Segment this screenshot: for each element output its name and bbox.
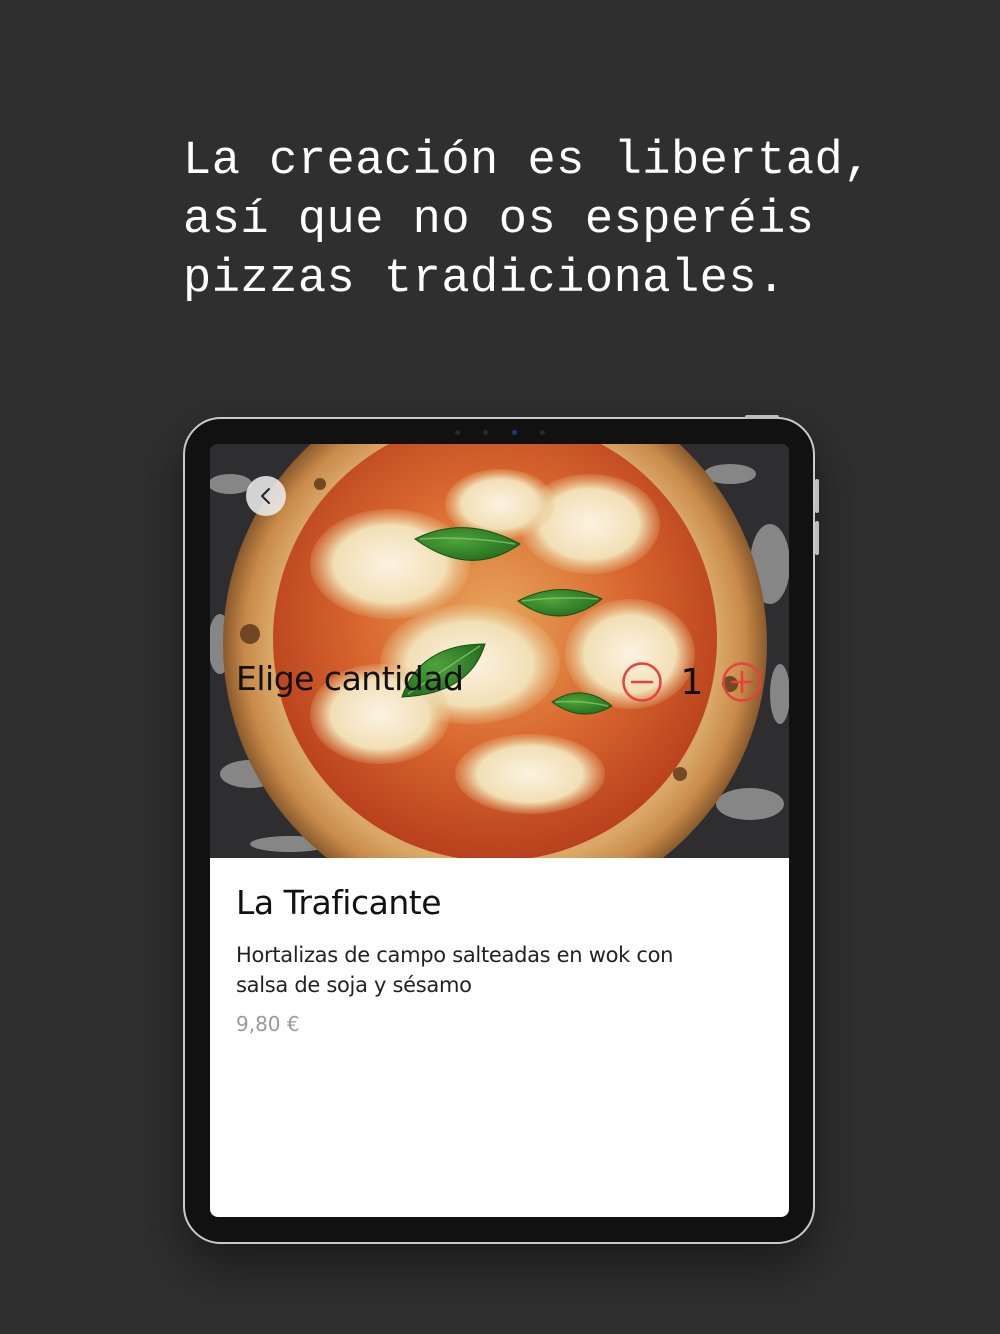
- quantity-value: 1: [680, 661, 704, 703]
- device-volume-down-button: [815, 521, 819, 555]
- plus-circle-icon[interactable]: [721, 661, 763, 703]
- device-volume-up-button: [815, 479, 819, 513]
- product-price: 9,80 €: [236, 1012, 300, 1036]
- product-details: La Traficante Hortalizas de campo saltea…: [210, 858, 789, 1036]
- pizza-illustration: [210, 444, 789, 858]
- quantity-selector: Elige cantidad 1: [236, 659, 763, 709]
- product-description: Hortalizas de campo salteadas en wok con…: [236, 943, 674, 997]
- back-button[interactable]: [246, 476, 286, 516]
- pizza-image: [210, 444, 789, 858]
- product-title: La Traficante: [236, 883, 442, 922]
- minus-circle-icon[interactable]: [621, 661, 663, 703]
- device-camera: [455, 428, 545, 436]
- device-power-button: [745, 415, 779, 419]
- tablet-frame: La Traficante Hortalizas de campo saltea…: [183, 415, 819, 1244]
- app-screen: La Traficante Hortalizas de campo saltea…: [210, 444, 789, 1217]
- promo-headline: La creación es libertad, así que no os e…: [183, 135, 872, 306]
- chevron-left-icon: [261, 488, 270, 504]
- quantity-stepper: 1: [621, 661, 763, 703]
- quantity-label: Elige cantidad: [236, 659, 464, 698]
